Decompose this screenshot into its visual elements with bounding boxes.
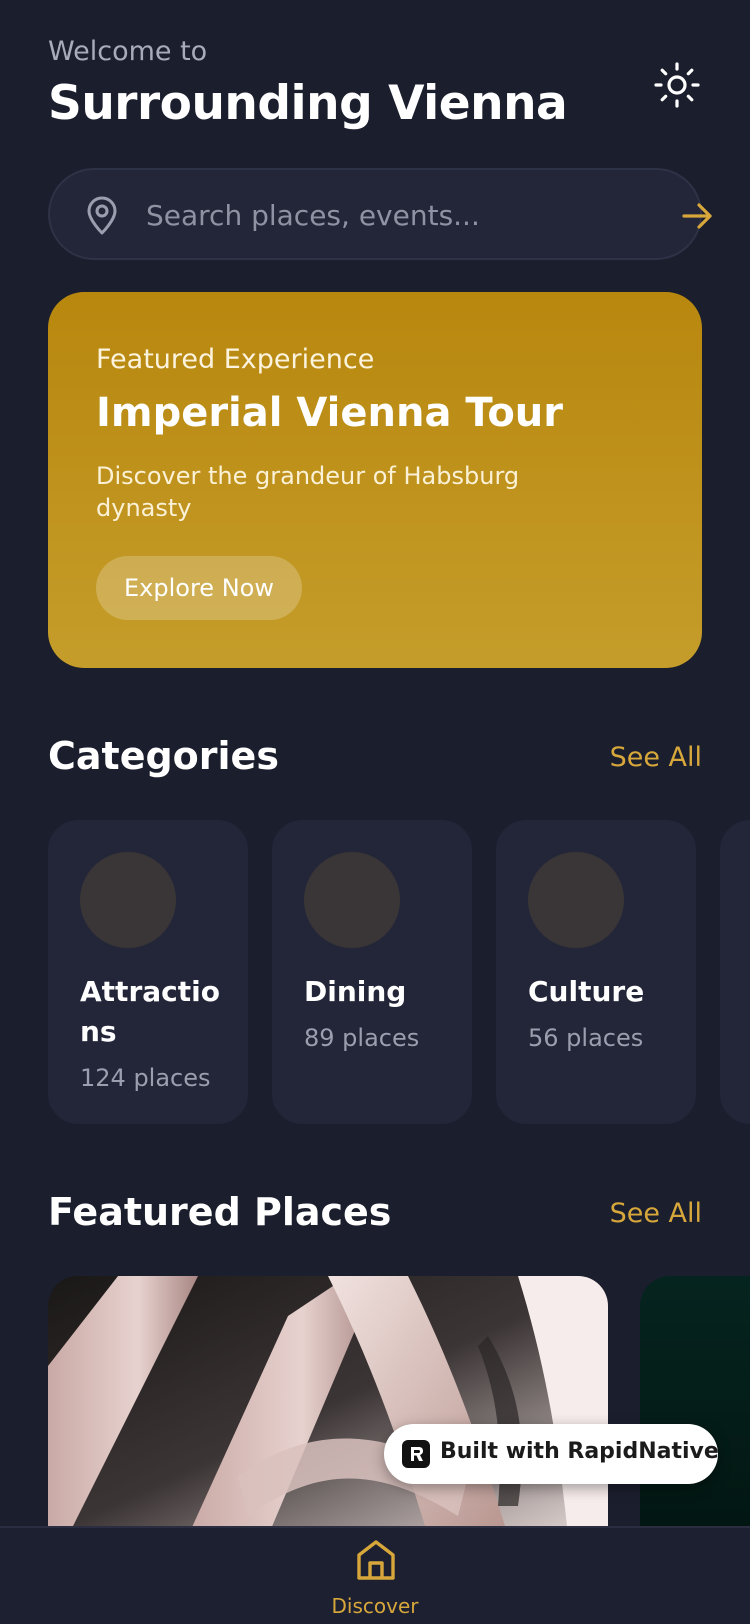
category-name: Dining xyxy=(304,975,407,1008)
featured-kicker: Featured Experience xyxy=(96,344,375,375)
category-info: Attractions 124 places xyxy=(80,972,220,1098)
category-info: Dining 89 places xyxy=(304,972,444,1058)
sun-icon xyxy=(654,62,700,108)
category-icon-placeholder xyxy=(528,852,624,948)
badge-label: Built with RapidNative xyxy=(440,1439,719,1464)
category-info: Culture 56 places xyxy=(528,972,668,1058)
place-card-partial[interactable] xyxy=(640,1276,750,1536)
place-image xyxy=(48,1276,608,1536)
home-icon xyxy=(357,1540,395,1580)
bottom-navigation: Discover xyxy=(0,1526,750,1624)
featured-description: Discover the grandeur of Habsburg dynast… xyxy=(96,462,520,522)
search-input[interactable] xyxy=(146,190,616,240)
rapidnative-logo-icon xyxy=(402,1440,430,1468)
category-count: 124 places xyxy=(80,1064,211,1092)
nav-item-discover[interactable]: Discover xyxy=(325,1538,425,1624)
featured-experience-card[interactable]: Featured Experience Imperial Vienna Tour… xyxy=(48,292,702,668)
app-screen: Welcome to Surrounding Vienna Search pla… xyxy=(0,0,750,1624)
category-name: Attractions xyxy=(80,975,220,1048)
category-card-dining[interactable]: Dining 89 places xyxy=(272,820,472,1124)
featured-places-see-all-link[interactable]: See All xyxy=(610,1198,702,1229)
featured-places-heading: Featured Places xyxy=(48,1190,392,1234)
category-card-attractions[interactable]: Attractions 124 places xyxy=(48,820,248,1124)
map-pin-icon xyxy=(87,196,117,235)
category-card-culture[interactable]: Culture 56 places xyxy=(496,820,696,1124)
featured-title: Imperial Vienna Tour xyxy=(96,390,564,436)
category-name: Culture xyxy=(528,975,645,1008)
place-card[interactable] xyxy=(48,1276,608,1536)
category-count: 56 places xyxy=(528,1024,644,1052)
explore-now-button[interactable]: Explore Now xyxy=(96,556,302,620)
nav-label: Discover xyxy=(331,1594,419,1618)
category-icon-placeholder xyxy=(80,852,176,948)
categories-heading: Categories xyxy=(48,734,279,778)
category-icon-placeholder xyxy=(304,852,400,948)
welcome-text: Welcome to xyxy=(48,36,208,67)
arrow-right-icon[interactable] xyxy=(678,196,718,236)
built-with-badge[interactable]: Built with RapidNative xyxy=(384,1424,719,1484)
page-title: Surrounding Vienna xyxy=(48,76,568,131)
categories-see-all-link[interactable]: See All xyxy=(610,742,702,773)
theme-toggle-button[interactable] xyxy=(652,60,702,110)
category-card-partial[interactable] xyxy=(720,820,750,1124)
category-count: 89 places xyxy=(304,1024,420,1052)
search-bar[interactable] xyxy=(48,168,712,260)
